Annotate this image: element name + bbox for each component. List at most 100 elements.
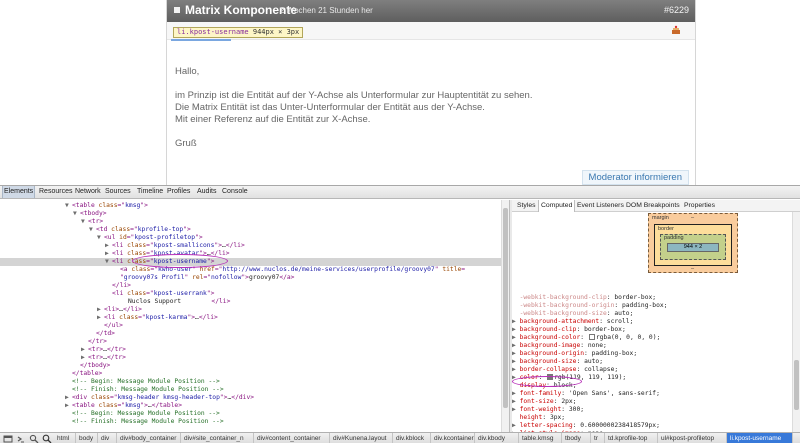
dom-node-row[interactable]: </table> (0, 370, 509, 378)
devtools-tab-timeline[interactable]: Timeline (136, 186, 164, 198)
breadcrumb-item[interactable]: td.kprofile-top (605, 433, 658, 443)
breadcrumb-item[interactable]: div.kcontainer (431, 433, 475, 443)
expand-toggle-icon[interactable]: ▼ (105, 258, 109, 266)
elements-scroll-thumb[interactable] (503, 208, 508, 408)
breadcrumb-item[interactable]: div (98, 433, 117, 443)
dom-node-row[interactable]: <!-- Begin: Message Module Position --> (0, 378, 509, 386)
expand-toggle-icon[interactable]: ▼ (89, 226, 93, 234)
dom-node-row[interactable]: </tbody> (0, 362, 509, 370)
elements-scrollbar[interactable] (501, 200, 509, 432)
console-icon[interactable] (16, 434, 26, 443)
sidebar-scroll-thumb[interactable] (794, 360, 799, 410)
expand-toggle-icon[interactable]: ▶ (105, 242, 109, 250)
dock-icon[interactable] (3, 434, 13, 443)
dom-node-row[interactable]: ▶ <li class="kpost-avatar">…</li> (0, 250, 509, 258)
computed-style-row[interactable]: ▶ background-color: rgba(0, 0, 0, 0); (512, 334, 800, 342)
computed-style-row[interactable]: ▶ font-size: 2px; (512, 398, 800, 406)
search-icon[interactable] (42, 434, 52, 443)
computed-style-row[interactable]: ▶ color: rgb(119, 119, 119); (512, 374, 800, 382)
dom-node-row[interactable]: ▶ <table class="kmsg">…</table> (0, 402, 509, 410)
color-swatch[interactable] (547, 374, 554, 380)
dom-node-row[interactable]: <!-- Begin: Message Module Position --> (0, 410, 509, 418)
devtools-tab-sources[interactable]: Sources (104, 186, 132, 198)
dom-node-row[interactable]: ▶ <li class="kpost-karma">…</li> (0, 314, 509, 322)
dom-node-row[interactable]: ▼ <ul id="kpost-profiletop"> (0, 234, 509, 242)
dom-node-row[interactable]: ▶ <tr>…</tr> (0, 346, 509, 354)
dom-node-row[interactable]: ▶ <div class="kmsg-header kmsg-header-top… (0, 394, 509, 402)
dom-node-row[interactable]: <li class="kpost-userrank"> (0, 290, 509, 298)
sidebar-tab-properties[interactable]: Properties (682, 200, 717, 212)
computed-style-row[interactable]: ▶ font-family: 'Open Sans', sans-serif; (512, 390, 800, 398)
expand-toggle-icon[interactable]: ▶ (97, 306, 101, 314)
devtools-tab-audits[interactable]: Audits (196, 186, 217, 198)
expand-toggle-icon[interactable]: ▶ (65, 394, 69, 402)
computed-style-row[interactable]: ▶ background-attachment: scroll; (512, 318, 800, 326)
expand-toggle-icon[interactable]: ▶ (81, 354, 85, 362)
breadcrumb-item[interactable]: div#body_container (117, 433, 181, 443)
sidebar-tab-dom-breakpoints[interactable]: DOM Breakpoints (624, 200, 682, 212)
sidebar-tab-styles[interactable]: Styles (515, 200, 538, 212)
breadcrumb-item[interactable]: div#Kunena.layout (330, 433, 393, 443)
dom-node-row[interactable]: ▼ <li class="kpost-username"> (0, 258, 509, 266)
post-number-link[interactable]: #6229 (664, 5, 689, 15)
dom-node-row[interactable]: ▶ <li class="kpost-smallicons">…</li> (0, 242, 509, 250)
computed-style-row[interactable]: display: block; (512, 382, 800, 390)
breadcrumb-item[interactable]: ul#kpost-profiletop (658, 433, 727, 443)
dom-node-row[interactable]: Nuclos Support </li> (0, 298, 509, 306)
computed-style-row[interactable]: ▶ border-collapse: collapse; (512, 366, 800, 374)
computed-style-row[interactable]: ▶ background-origin: padding-box; (512, 350, 800, 358)
expand-toggle-icon[interactable]: ▶ (65, 402, 69, 410)
sidebar-scrollbar[interactable] (792, 212, 800, 432)
expand-toggle-icon[interactable]: ▶ (105, 250, 109, 258)
breadcrumb-item[interactable]: tbody (562, 433, 591, 443)
dom-node-row[interactable]: </td> (0, 330, 509, 338)
computed-style-row[interactable]: -webkit-background-clip: border-box; (512, 294, 800, 302)
dom-node-row[interactable]: </tr> (0, 338, 509, 346)
computed-style-row[interactable]: height: 3px; (512, 414, 800, 422)
color-swatch[interactable] (588, 334, 595, 340)
computed-style-row[interactable]: ▶ font-weight: 300; (512, 406, 800, 414)
computed-style-row[interactable]: ▶ background-image: none; (512, 342, 800, 350)
devtools-tab-network[interactable]: Network (74, 186, 102, 198)
sidebar-tab-event-listeners[interactable]: Event Listeners (575, 200, 626, 212)
computed-style-row[interactable]: ▶ letter-spacing: 0.6000000238418579px; (512, 422, 800, 430)
dom-node-row[interactable]: <!-- Finish: Message Module Position --> (0, 386, 509, 394)
devtools-tab-profiles[interactable]: Profiles (166, 186, 191, 198)
dom-node-row[interactable]: </li> (0, 282, 509, 290)
breadcrumb-item[interactable]: div.kbody (475, 433, 519, 443)
computed-style-row[interactable]: ▶ background-clip: border-box; (512, 326, 800, 334)
dom-node-row[interactable]: <!-- Finish: Message Module Position --> (0, 418, 509, 426)
computed-style-row[interactable]: ▶ background-size: auto; (512, 358, 800, 366)
dom-node-row[interactable]: <a class="kwho-user" href="http://www.nu… (0, 266, 509, 274)
dom-node-row[interactable]: ▼ <tbody> (0, 210, 509, 218)
dom-node-row[interactable]: ▼ <td class="kprofile-top"> (0, 226, 509, 234)
dom-node-row[interactable]: ▶ <li>…</li> (0, 306, 509, 314)
expand-toggle-icon[interactable]: ▼ (65, 202, 69, 210)
thankyou-icon[interactable] (671, 25, 681, 35)
expand-toggle-icon[interactable]: ▼ (97, 234, 101, 242)
dom-node-row[interactable]: </ul> (0, 322, 509, 330)
computed-style-row[interactable]: -webkit-background-origin: padding-box; (512, 302, 800, 310)
sidebar-tab-computed[interactable]: Computed (538, 200, 576, 212)
breadcrumb-item[interactable]: tr (591, 433, 605, 443)
breadcrumb-item[interactable]: li.kpost-username (727, 433, 793, 443)
expand-toggle-icon[interactable]: ▶ (97, 314, 101, 322)
breadcrumb-item[interactable]: div#content_container (254, 433, 330, 443)
expand-toggle-icon[interactable]: ▼ (73, 210, 77, 218)
inspect-element-icon[interactable] (29, 434, 39, 443)
expand-toggle-icon[interactable]: ▶ (81, 346, 85, 354)
devtools-tab-resources[interactable]: Resources (38, 186, 73, 198)
moderator-inform-button[interactable]: Moderator informieren (581, 170, 689, 185)
dom-node-row[interactable]: "groovy07s Profil" rel="nofollow">groovy… (0, 274, 509, 282)
elements-tree[interactable]: ▼ <table class="kmsg"> ▼ <tbody> ▼ <tr> ▼ <td c… (0, 200, 509, 432)
dom-node-row[interactable]: ▼ <tr> (0, 218, 509, 226)
breadcrumb-item[interactable]: body (76, 433, 98, 443)
computed-style-row[interactable]: -webkit-background-size: auto; (512, 310, 800, 318)
expand-toggle-icon[interactable]: ▼ (81, 218, 85, 226)
breadcrumb-item[interactable]: table.kmsg (519, 433, 562, 443)
devtools-tab-elements[interactable]: Elements (2, 186, 36, 198)
dom-node-row[interactable]: ▶ <tr>…</tr> (0, 354, 509, 362)
devtools-tab-console[interactable]: Console (221, 186, 249, 198)
breadcrumb-item[interactable]: html (54, 433, 76, 443)
dom-node-row[interactable]: ▼ <table class="kmsg"> (0, 202, 509, 210)
